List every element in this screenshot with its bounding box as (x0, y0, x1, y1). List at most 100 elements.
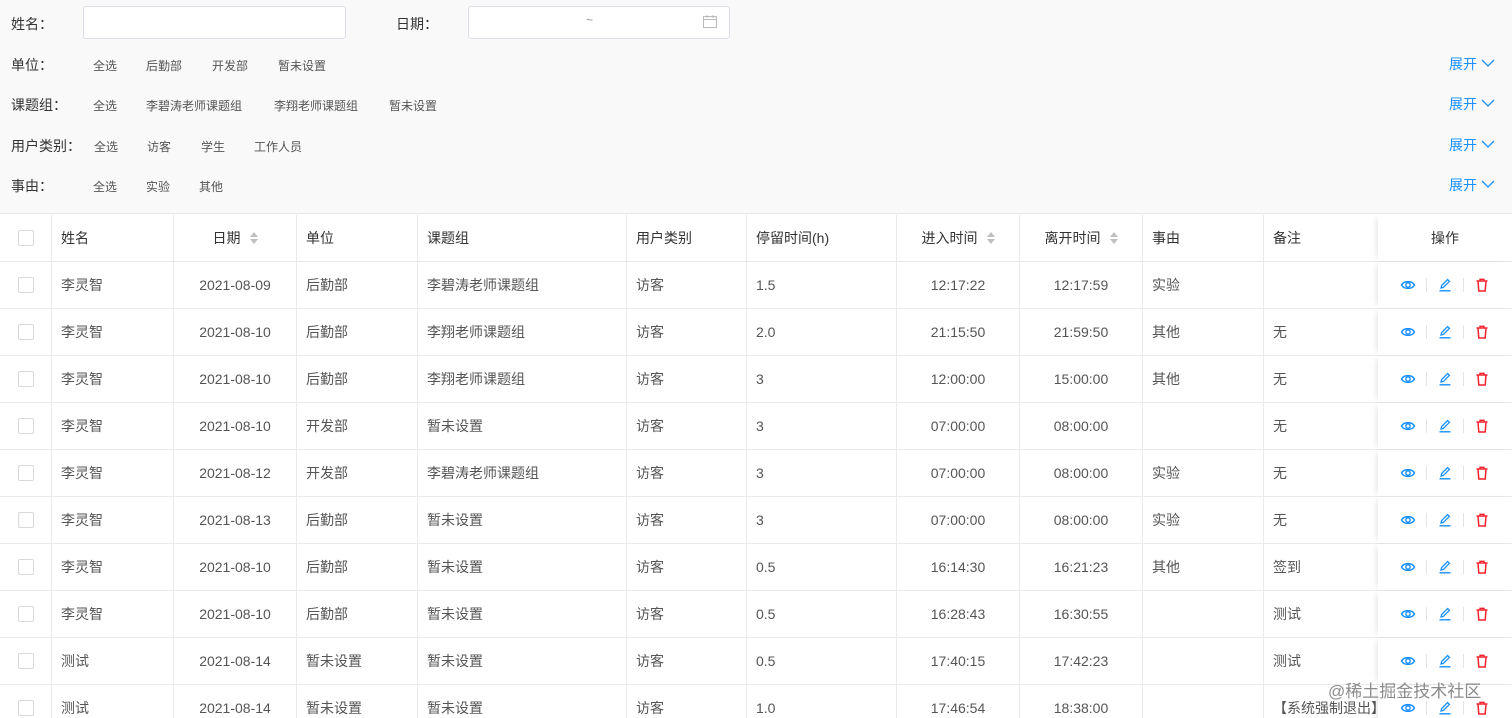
eye-icon[interactable] (1400, 512, 1416, 528)
delete-icon[interactable] (1474, 418, 1490, 434)
delete-icon[interactable] (1474, 277, 1490, 293)
cell-user-type: 访客 (627, 685, 747, 718)
unit-option-all[interactable]: 全选 (93, 57, 117, 74)
header-ops-label: 操作 (1431, 230, 1459, 246)
group-expand-toggle[interactable]: 展开 (1449, 94, 1495, 114)
name-input[interactable] (83, 6, 346, 39)
cell-group: 暂未设置 (418, 591, 627, 637)
cell-stay: 3 (747, 450, 897, 496)
edit-icon[interactable] (1437, 653, 1453, 669)
delete-icon[interactable] (1474, 465, 1490, 481)
cell-enter: 16:14:30 (897, 544, 1020, 590)
edit-icon[interactable] (1437, 465, 1453, 481)
cell-unit: 后勤部 (297, 591, 418, 637)
unit-expand-toggle[interactable]: 展开 (1449, 54, 1495, 74)
header-reason: 事由 (1143, 215, 1264, 261)
cell-group: 李碧涛老师课题组 (418, 262, 627, 308)
cell-user-type: 访客 (627, 450, 747, 496)
row-checkbox[interactable] (17, 606, 34, 622)
filter-row-group: 课题组： 全选 李碧涛老师课题组 李翔老师课题组 暂未设置 展开 (0, 92, 1512, 116)
user-type-option-visitor[interactable]: 访客 (147, 138, 171, 155)
delete-icon[interactable] (1474, 700, 1490, 716)
row-actions (1378, 403, 1512, 449)
row-checkbox[interactable] (17, 465, 34, 481)
records-table: 姓名 日期 单位 课题组 用户类别 停留时间(h) 进入时间 离开时间 事由 备… (0, 215, 1512, 718)
eye-icon[interactable] (1400, 371, 1416, 387)
row-actions (1378, 450, 1512, 496)
row-checkbox[interactable] (17, 512, 34, 528)
delete-icon[interactable] (1474, 653, 1490, 669)
cell-name: 李灵智 (52, 309, 174, 355)
action-divider (1426, 325, 1427, 339)
cell-enter: 12:17:22 (897, 262, 1020, 308)
eye-icon[interactable] (1400, 277, 1416, 293)
user-type-option-student[interactable]: 学生 (201, 138, 225, 155)
cell-stay: 1.0 (747, 685, 897, 718)
header-date[interactable]: 日期 (174, 215, 297, 261)
eye-icon[interactable] (1400, 324, 1416, 340)
reason-option-all[interactable]: 全选 (93, 178, 117, 195)
group-option-li-xiang[interactable]: 李翔老师课题组 (274, 97, 358, 114)
row-checkbox[interactable] (17, 653, 34, 669)
cell-unit: 后勤部 (297, 309, 418, 355)
header-enter[interactable]: 进入时间 (897, 215, 1020, 261)
cell-group: 暂未设置 (418, 403, 627, 449)
edit-icon[interactable] (1437, 277, 1453, 293)
row-checkbox[interactable] (17, 700, 34, 716)
row-checkbox[interactable] (17, 559, 34, 575)
edit-icon[interactable] (1437, 371, 1453, 387)
edit-icon[interactable] (1437, 700, 1453, 716)
eye-icon[interactable] (1400, 418, 1416, 434)
row-checkbox[interactable] (17, 324, 34, 340)
action-divider (1463, 513, 1464, 527)
action-divider (1426, 560, 1427, 574)
delete-icon[interactable] (1474, 606, 1490, 622)
header-stay: 停留时间(h) (747, 215, 897, 261)
cell-leave: 16:21:23 (1020, 544, 1143, 590)
cell-stay: 3 (747, 356, 897, 402)
select-all-checkbox[interactable] (17, 230, 34, 246)
user-type-expand-toggle[interactable]: 展开 (1449, 135, 1495, 155)
unit-option-logistics[interactable]: 后勤部 (146, 57, 182, 74)
group-option-li-bitao[interactable]: 李碧涛老师课题组 (146, 97, 242, 114)
edit-icon[interactable] (1437, 559, 1453, 575)
cell-date: 2021-08-14 (174, 685, 297, 718)
header-unit-label: 单位 (306, 230, 334, 246)
sort-icon[interactable] (986, 232, 995, 244)
user-type-option-staff[interactable]: 工作人员 (254, 138, 302, 155)
edit-icon[interactable] (1437, 418, 1453, 434)
reason-option-other[interactable]: 其他 (199, 178, 223, 195)
cell-reason: 其他 (1143, 309, 1264, 355)
edit-icon[interactable] (1437, 324, 1453, 340)
date-range-picker[interactable]: ~ (468, 6, 730, 39)
header-ops: 操作 (1378, 215, 1512, 261)
sort-icon[interactable] (249, 232, 258, 244)
eye-icon[interactable] (1400, 606, 1416, 622)
eye-icon[interactable] (1400, 653, 1416, 669)
row-checkbox[interactable] (17, 277, 34, 293)
user-type-option-all[interactable]: 全选 (94, 138, 118, 155)
unit-option-unset[interactable]: 暂未设置 (278, 57, 326, 74)
header-leave[interactable]: 离开时间 (1020, 215, 1143, 261)
delete-icon[interactable] (1474, 324, 1490, 340)
eye-icon[interactable] (1400, 700, 1416, 716)
sort-icon[interactable] (1109, 232, 1118, 244)
row-select-cell (0, 356, 52, 402)
eye-icon[interactable] (1400, 559, 1416, 575)
cell-reason (1143, 638, 1264, 684)
cell-note: 无 (1273, 418, 1287, 434)
edit-icon[interactable] (1437, 606, 1453, 622)
row-actions (1378, 262, 1512, 308)
group-option-all[interactable]: 全选 (93, 97, 117, 114)
delete-icon[interactable] (1474, 559, 1490, 575)
delete-icon[interactable] (1474, 371, 1490, 387)
unit-option-dev[interactable]: 开发部 (212, 57, 248, 74)
reason-expand-toggle[interactable]: 展开 (1449, 175, 1495, 195)
row-checkbox[interactable] (17, 371, 34, 387)
eye-icon[interactable] (1400, 465, 1416, 481)
edit-icon[interactable] (1437, 512, 1453, 528)
row-checkbox[interactable] (17, 418, 34, 434)
reason-option-experiment[interactable]: 实验 (146, 178, 170, 195)
delete-icon[interactable] (1474, 512, 1490, 528)
group-option-unset[interactable]: 暂未设置 (389, 97, 437, 114)
